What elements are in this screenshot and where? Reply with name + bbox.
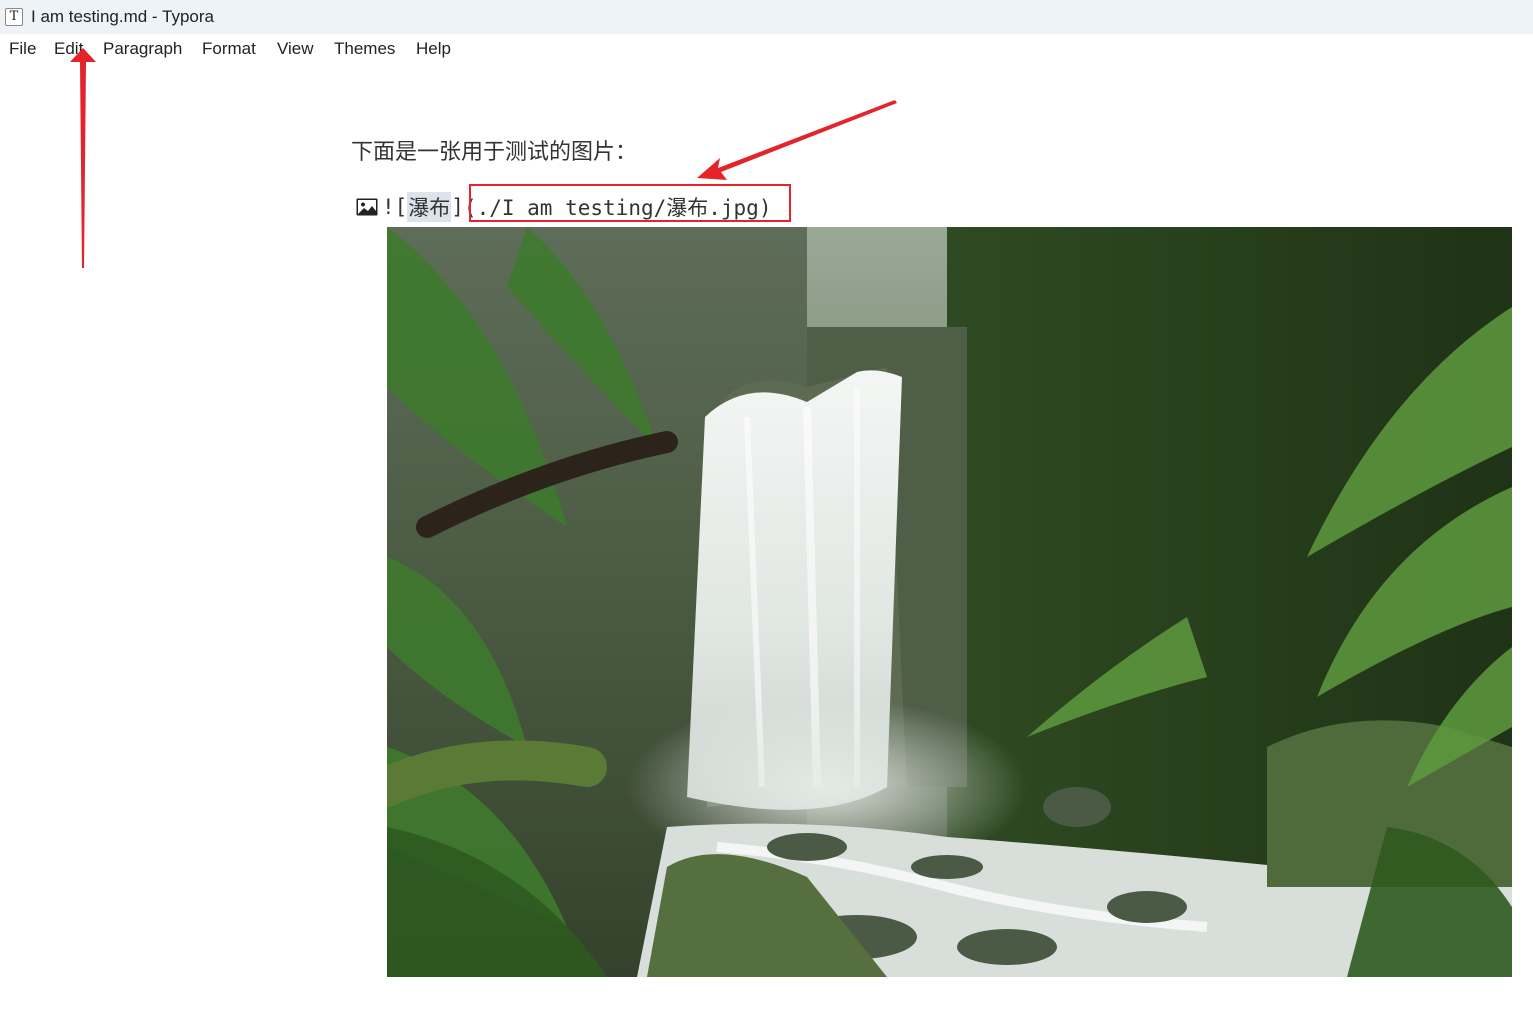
vertical-arrow-shape	[70, 48, 96, 268]
menu-themes[interactable]: Themes	[334, 39, 395, 59]
diagonal-arrow-shape	[697, 100, 897, 180]
waterfall-image	[387, 227, 1512, 977]
menu-edit[interactable]: Edit	[54, 39, 83, 59]
window-title: I am testing.md - Typora	[31, 7, 214, 26]
menu-paragraph[interactable]: Paragraph	[103, 39, 182, 59]
image-alt-text[interactable]: 瀑布	[407, 192, 452, 222]
path-highlight-box	[469, 184, 791, 222]
markdown-image-prefix: ![	[382, 195, 408, 219]
markdown-image-middle: ]	[451, 195, 464, 219]
typora-app-icon[interactable]: T	[5, 8, 23, 26]
menu-format[interactable]: Format	[202, 39, 256, 59]
document-paragraph[interactable]: 下面是一张用于测试的图片：	[351, 134, 637, 166]
title-bar: T I am testing.md - Typora	[0, 0, 1533, 34]
image-icon	[356, 198, 378, 216]
menu-help[interactable]: Help	[416, 39, 451, 59]
menu-file[interactable]: File	[9, 39, 36, 59]
menu-view[interactable]: View	[277, 39, 314, 59]
menu-bar: File Edit Paragraph Format View Themes H…	[0, 34, 1533, 64]
